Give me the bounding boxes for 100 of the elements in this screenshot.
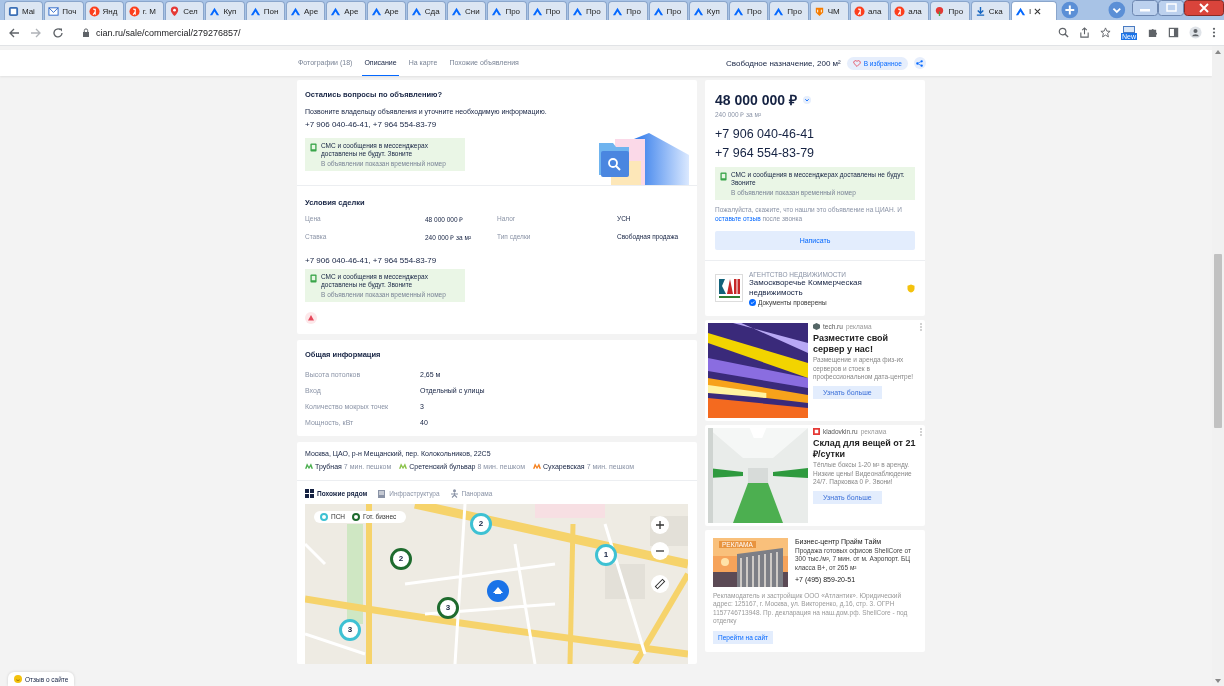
browser-tab[interactable]: ала xyxy=(849,1,890,20)
warning-icon[interactable] xyxy=(305,311,317,324)
zoom-icon[interactable] xyxy=(1058,27,1069,38)
ad-title[interactable]: Разместите свой сервер у нас! xyxy=(813,332,922,355)
puzzle-icon[interactable] xyxy=(1147,27,1158,38)
lock-icon xyxy=(82,28,90,37)
person-icon xyxy=(449,488,459,498)
star-icon[interactable] xyxy=(1100,27,1111,38)
browser-tab[interactable]: Mai xyxy=(4,1,44,20)
browser-tab[interactable]: Куп xyxy=(688,1,729,20)
yandex-icon xyxy=(88,5,100,17)
price-text: 48 000 000 ₽ xyxy=(715,91,797,109)
browser-tab[interactable]: Аре xyxy=(366,1,406,20)
close-icon[interactable] xyxy=(1034,7,1042,15)
share-icon[interactable] xyxy=(1079,27,1090,38)
browser-tab[interactable]: Пон xyxy=(245,1,285,20)
agency-logo-icon[interactable] xyxy=(715,274,743,303)
phone-icon xyxy=(310,143,317,152)
house-roof-icon xyxy=(531,5,543,17)
smile-icon xyxy=(14,675,22,683)
browser-tab[interactable]: Про xyxy=(729,1,769,20)
house-roof-icon xyxy=(451,5,463,17)
browser-tab[interactable]: Про xyxy=(648,1,688,20)
house-roof-icon xyxy=(330,5,342,17)
phone-icon xyxy=(310,273,317,283)
reload-icon[interactable] xyxy=(52,26,64,39)
house-roof-icon xyxy=(370,5,382,17)
browser-tab[interactable]: Сда xyxy=(406,1,447,20)
agency-name[interactable]: Замоскворечье Коммерческая недвижимость xyxy=(749,278,901,299)
yandex-icon xyxy=(853,5,865,17)
zoom-in-icon[interactable] xyxy=(651,515,669,534)
house-roof-icon xyxy=(249,5,261,17)
browser-tab[interactable]: Про xyxy=(608,1,648,20)
share-nodes-icon xyxy=(916,59,924,67)
scroll-down-icon[interactable] xyxy=(1215,679,1221,683)
browser-tab[interactable]: Сни xyxy=(447,1,487,20)
browser-tab[interactable]: Про xyxy=(769,1,809,20)
window-icon xyxy=(1123,25,1135,33)
verified-icon xyxy=(749,298,756,306)
browser-tab[interactable]: Ска xyxy=(970,1,1011,20)
yandex-icon xyxy=(128,5,140,17)
mail-icon xyxy=(48,5,60,17)
scroll-up-icon[interactable] xyxy=(1215,50,1221,54)
app-icon xyxy=(8,5,19,17)
back-icon[interactable] xyxy=(8,26,20,39)
house-roof-icon xyxy=(1015,5,1027,17)
browser-tab[interactable]: г. М xyxy=(124,1,165,20)
phone-numbers[interactable]: +7 906 040-46-41, +7 964 554-83-79 xyxy=(305,120,547,129)
listing-title: Свободное назначение, 200 м² xyxy=(726,58,841,68)
house-roof-icon xyxy=(773,5,785,17)
home-marker-icon[interactable] xyxy=(487,579,509,602)
browser-tab[interactable]: I xyxy=(1011,1,1057,20)
yandex-icon xyxy=(894,5,906,17)
ruler-icon[interactable] xyxy=(651,574,669,593)
house-roof-icon xyxy=(733,5,745,17)
browser-tab[interactable]: Про xyxy=(527,1,567,20)
share-button[interactable] xyxy=(913,57,926,69)
house-roof-icon xyxy=(652,5,664,17)
browser-tab[interactable]: Аре xyxy=(285,1,326,20)
cube-icon xyxy=(813,323,820,331)
phone-number[interactable]: +7 964 554-83-79 xyxy=(715,144,915,163)
house-roof-icon xyxy=(410,5,422,17)
browser-tab[interactable]: Про xyxy=(930,1,970,20)
flower-icon xyxy=(934,5,946,17)
close-button[interactable] xyxy=(1184,0,1224,16)
sidebar-icon[interactable] xyxy=(1168,27,1179,38)
tab-search-icon[interactable] xyxy=(1108,1,1126,19)
building-icon xyxy=(377,488,387,498)
menu-icon[interactable] xyxy=(1212,27,1216,38)
minimize-button[interactable] xyxy=(1132,0,1158,16)
download-icon xyxy=(974,5,986,17)
browser-tab[interactable]: ала xyxy=(890,1,930,20)
browser-tab[interactable]: Про xyxy=(487,1,527,20)
browser-tab[interactable]: Про xyxy=(567,1,608,20)
browser-tab[interactable]: Куп xyxy=(205,1,245,20)
shield-icon xyxy=(813,5,825,17)
phone-icon xyxy=(720,172,727,181)
house-roof-icon xyxy=(209,5,221,17)
phone-numbers[interactable]: +7 906 040-46-41, +7 964 554-83-79 xyxy=(305,255,689,265)
browser-tab[interactable]: Сел xyxy=(165,1,205,20)
house-roof-icon xyxy=(612,5,624,17)
new-tab-icon[interactable] xyxy=(1060,1,1079,19)
browser-tab[interactable]: Янд xyxy=(84,1,124,20)
house-roof-icon xyxy=(289,5,301,17)
ad-title[interactable]: Склад для вещей от 21 ₽/сутки xyxy=(813,437,922,460)
zoom-out-icon[interactable] xyxy=(651,541,669,560)
browser-tab[interactable]: Поч xyxy=(44,1,84,20)
scroll-thumb[interactable] xyxy=(1214,254,1222,428)
scrollbar[interactable] xyxy=(1212,46,1224,686)
house-roof-icon xyxy=(491,5,503,17)
browser-tab[interactable]: Аре xyxy=(326,1,366,20)
box-icon xyxy=(813,428,820,436)
profile-icon[interactable] xyxy=(1189,26,1202,39)
grid-icon xyxy=(305,488,314,498)
pin-icon xyxy=(169,5,181,17)
house-roof-icon xyxy=(692,5,704,17)
phone-number[interactable]: +7 906 040-46-41 xyxy=(715,125,915,144)
chevron-down-icon[interactable] xyxy=(802,95,811,104)
browser-tab[interactable]: ЧМ xyxy=(809,1,849,20)
maximize-button[interactable] xyxy=(1158,0,1184,16)
